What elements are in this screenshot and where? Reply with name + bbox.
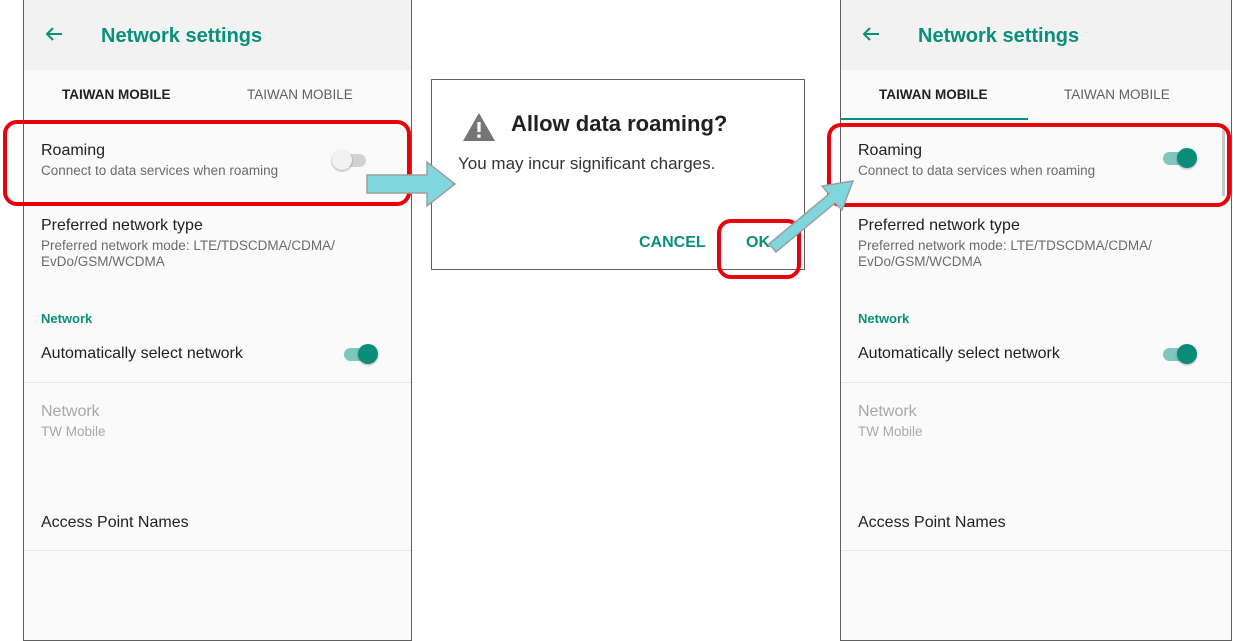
right-arrow-icon xyxy=(767,180,855,254)
right-arrow-icon xyxy=(366,160,457,208)
annotation-arrows xyxy=(366,160,855,254)
